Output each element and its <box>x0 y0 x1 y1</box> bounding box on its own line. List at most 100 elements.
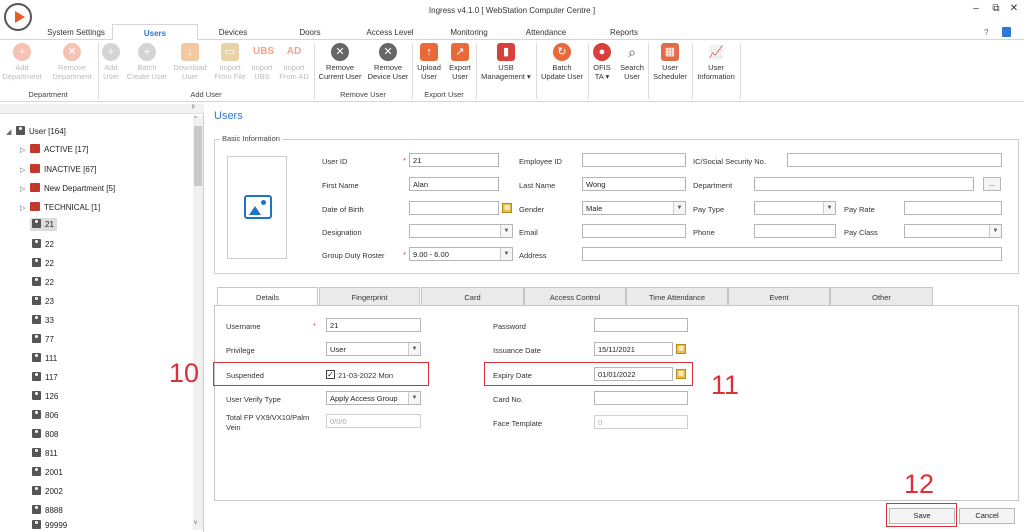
pay-class-select[interactable]: ▼ <box>904 224 1002 238</box>
add-user-button[interactable]: + Add User <box>100 43 122 81</box>
roster-select[interactable]: 9.00 - 6.00 ▼ <box>409 247 513 261</box>
import-file-button[interactable]: ▭ Import From File <box>212 43 248 81</box>
card-no-field[interactable] <box>594 391 688 405</box>
pay-type-select[interactable]: ▼ <box>754 201 836 215</box>
upload-user-button[interactable]: ↑ Upload User <box>414 43 444 81</box>
tab-event[interactable]: Event <box>728 287 830 305</box>
total-fp-field: 0/0/0 <box>326 414 421 428</box>
issuance-date-field[interactable]: 15/11/2021 <box>594 342 673 356</box>
tab-attendance[interactable]: Attendance <box>518 28 574 37</box>
tree-user[interactable]: 33 <box>32 315 54 325</box>
tab-monitoring[interactable]: Monitoring <box>442 28 496 37</box>
tab-users[interactable]: Users <box>112 24 198 40</box>
main-panel: Users Basic Information User ID * 21 Fir… <box>169 104 1024 532</box>
import-ad-button[interactable]: AD Import From AD <box>276 43 312 81</box>
tree-user[interactable]: 2002 <box>32 486 63 496</box>
tree-user[interactable]: 117 <box>32 372 58 382</box>
ofis-ta-button[interactable]: ● OFIS TA ▾ <box>590 43 614 81</box>
username-field[interactable]: 21 <box>326 318 421 332</box>
pay-rate-field[interactable] <box>904 201 1002 215</box>
import-ubs-button[interactable]: UBS Import UBS <box>250 43 274 81</box>
verify-type-select[interactable]: Apply Access Group ▼ <box>326 391 421 405</box>
email-field[interactable] <box>582 224 686 238</box>
employee-id-field[interactable] <box>582 153 686 167</box>
tab-access-level[interactable]: Access Level <box>360 28 420 37</box>
usb-management-button[interactable]: ▮ USB Management ▾ <box>478 43 534 81</box>
download-user-button[interactable]: ↓ Download User <box>170 43 210 81</box>
tree-user[interactable]: 77 <box>32 334 54 344</box>
tree-root[interactable]: ◢ User [164] <box>6 126 66 136</box>
tree-user[interactable]: 811 <box>32 448 58 458</box>
dob-field[interactable] <box>409 201 499 215</box>
tree-user[interactable]: 22 <box>32 239 54 249</box>
remove-current-user-button[interactable]: ✕ Remove Current User <box>316 43 364 81</box>
batch-create-user-button[interactable]: + Batch Create User <box>124 43 170 81</box>
tab-fingerprint[interactable]: Fingerprint <box>319 287 420 305</box>
user-information-button[interactable]: 📈 User Information <box>694 43 738 81</box>
photo-box[interactable] <box>227 156 287 259</box>
tree-scroll-thumb[interactable] <box>194 126 202 186</box>
group-icon <box>30 164 40 173</box>
save-button[interactable]: Save <box>889 508 955 524</box>
tree-user[interactable]: 806 <box>32 410 58 420</box>
tree-user[interactable]: 808 <box>32 429 58 439</box>
batch-update-icon: ↻ <box>553 43 571 61</box>
minimize-button[interactable]: – <box>966 3 986 14</box>
tree-user[interactable]: 22 <box>32 277 54 287</box>
search-user-button[interactable]: ⌕ Search User <box>618 43 646 81</box>
close-button[interactable]: ✕ <box>1004 3 1024 14</box>
first-name-field[interactable]: Alan <box>409 177 499 191</box>
department-browse-button[interactable]: ... <box>983 177 1001 191</box>
tree-user[interactable]: 126 <box>32 391 58 401</box>
privilege-select[interactable]: User ▼ <box>326 342 421 356</box>
ic-field[interactable] <box>787 153 1002 167</box>
remove-department-button[interactable]: ✕ Remove Department <box>48 43 96 81</box>
user-id-field[interactable]: 21 <box>409 153 499 167</box>
export-user-button[interactable]: ↗ Export User <box>446 43 474 81</box>
tree-group-new-department[interactable]: ▷ New Department [5] <box>20 183 115 193</box>
tab-reports[interactable]: Reports <box>602 28 646 37</box>
scroll-up-icon[interactable]: ^ <box>194 116 197 122</box>
tab-time-attendance[interactable]: Time Attendance <box>626 287 728 305</box>
add-department-button[interactable]: + Add Department <box>0 43 44 81</box>
pin-icon[interactable]: ᵖ <box>192 104 195 111</box>
tab-card[interactable]: Card <box>421 287 524 305</box>
designation-select[interactable]: ▼ <box>409 224 513 238</box>
batch-update-user-button[interactable]: ↻ Batch Update User <box>538 43 586 81</box>
tab-system-settings[interactable]: System Settings <box>44 28 108 37</box>
tree-user[interactable]: 2001 <box>32 467 63 477</box>
employee-id-label: Employee ID <box>519 157 562 166</box>
scroll-down-icon[interactable]: v <box>194 520 197 526</box>
maximize-button[interactable]: ⧉ <box>986 3 1006 14</box>
last-name-field[interactable]: Wong <box>582 177 686 191</box>
gender-select[interactable]: Male ▼ <box>582 201 686 215</box>
tree-user[interactable]: 111 <box>32 353 57 363</box>
address-field[interactable] <box>582 247 1002 261</box>
username-label: Username <box>226 322 261 331</box>
cancel-button[interactable]: Cancel <box>959 508 1015 524</box>
tree-user[interactable]: 8888 <box>32 505 63 515</box>
tree-user[interactable]: 23 <box>32 296 54 306</box>
tree-user-selected[interactable]: 21 <box>30 218 57 231</box>
tree-user[interactable]: 22 <box>32 258 54 268</box>
tab-other[interactable]: Other <box>830 287 933 305</box>
user-scheduler-button[interactable]: ▦ User Scheduler <box>650 43 690 81</box>
tree-scrollbar[interactable]: ^ v <box>193 116 203 530</box>
calendar-icon[interactable]: ▦ <box>502 203 512 213</box>
calendar-icon[interactable]: ▦ <box>676 344 686 354</box>
phone-field[interactable] <box>754 224 836 238</box>
remove-device-user-button[interactable]: ✕ Remove Device User <box>366 43 410 81</box>
tree-group-technical[interactable]: ▷ TECHNICAL [1] <box>20 202 100 212</box>
tree-group-inactive[interactable]: ▷ INACTIVE [67] <box>20 164 96 174</box>
password-field[interactable] <box>594 318 688 332</box>
tab-devices[interactable]: Devices <box>208 28 258 37</box>
tab-access-control[interactable]: Access Control <box>524 287 626 305</box>
tree-group-active[interactable]: ▷ ACTIVE [17] <box>20 144 88 154</box>
department-field[interactable] <box>754 177 974 191</box>
user-icon <box>32 296 41 305</box>
help-icon[interactable]: ? <box>984 28 988 37</box>
tab-details[interactable]: Details <box>217 287 318 306</box>
tab-doors[interactable]: Doors <box>288 28 332 37</box>
tree-user[interactable]: 99999 <box>32 520 67 530</box>
office-icon[interactable] <box>1002 27 1011 37</box>
